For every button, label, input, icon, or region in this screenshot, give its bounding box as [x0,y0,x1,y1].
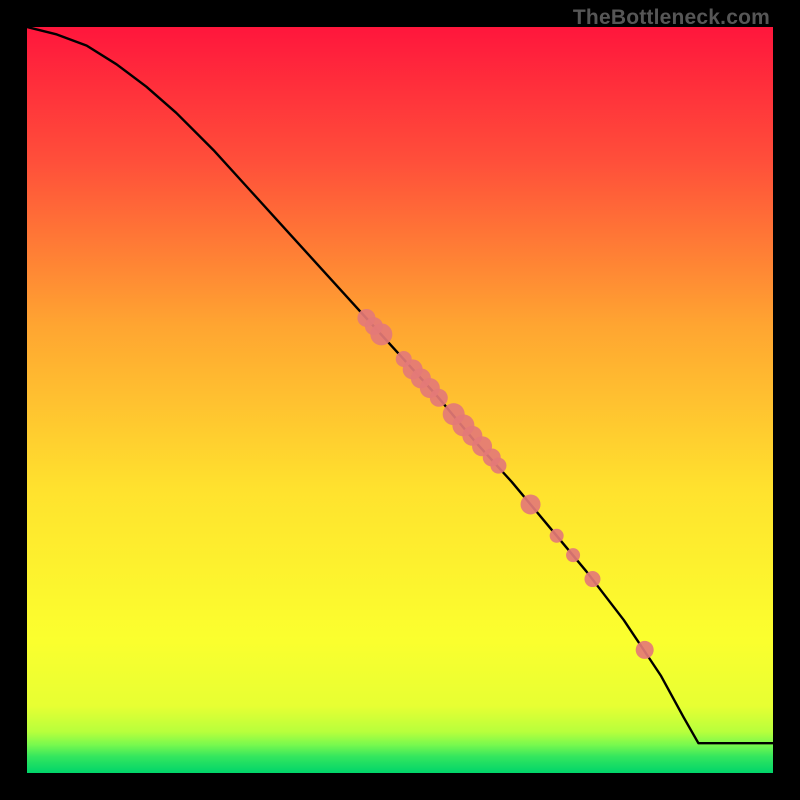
plot-area [27,27,773,773]
data-point [584,571,600,587]
data-point [636,641,654,659]
data-point [490,458,506,474]
data-point [370,323,392,345]
data-point [521,494,541,514]
data-point [566,548,580,562]
curve-line [27,27,773,743]
chart-overlay [27,27,773,773]
data-points [357,309,653,659]
data-point [550,529,564,543]
data-point [430,389,448,407]
watermark-label: TheBottleneck.com [573,6,770,30]
chart-frame: TheBottleneck.com [0,0,800,800]
